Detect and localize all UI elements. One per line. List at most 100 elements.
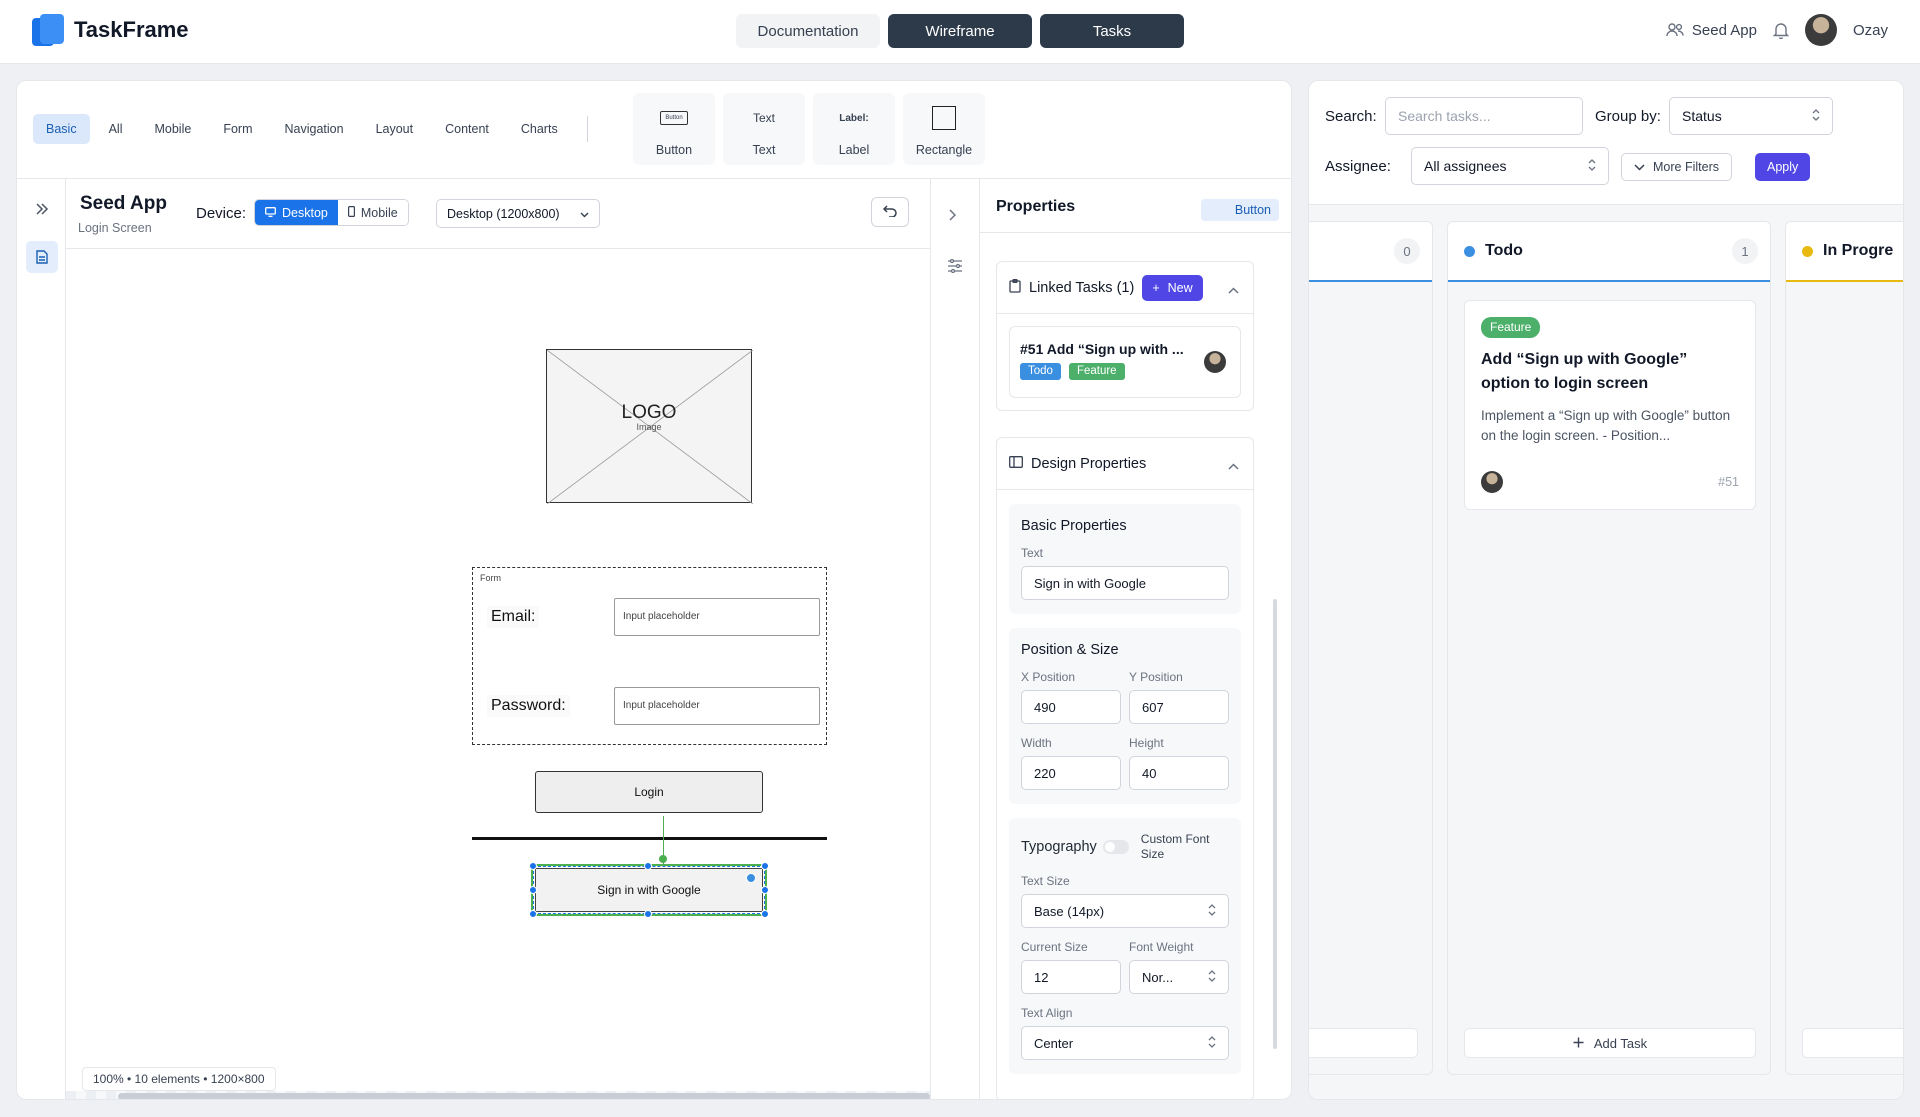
resize-handle[interactable]	[529, 910, 537, 918]
column-header[interactable]: In Progre	[1786, 222, 1903, 282]
wf-login-button[interactable]: Login	[535, 771, 763, 813]
font-weight-select[interactable]: Nor...	[1129, 960, 1229, 994]
y-position-input[interactable]: 607	[1129, 690, 1229, 724]
assignee-select[interactable]: All assignees	[1411, 147, 1609, 185]
scrollbar-thumb[interactable]	[118, 1093, 930, 1099]
column-header[interactable]: 0	[1309, 222, 1432, 282]
page-icon[interactable]	[26, 241, 58, 273]
element-rectangle[interactable]: Rectangle	[903, 93, 985, 165]
add-task-button[interactable]: Add Task	[1464, 1028, 1756, 1058]
category-layout[interactable]: Layout	[363, 114, 427, 144]
properties-header: Properties Button	[980, 179, 1291, 233]
properties-scrollbar[interactable]	[1273, 599, 1277, 1049]
design-properties-header[interactable]: Design Properties	[997, 438, 1253, 490]
linked-tasks-header[interactable]: Linked Tasks (1) + New	[997, 262, 1253, 314]
expand-icon[interactable]	[26, 193, 58, 225]
assignee-avatar	[1204, 351, 1226, 373]
wf-logo-text: LOGO	[621, 402, 677, 423]
category-mobile[interactable]: Mobile	[141, 114, 204, 144]
label-preview-icon: Label:	[839, 112, 869, 124]
wf-email-input[interactable]: Input placeholder	[614, 598, 820, 636]
tab-wireframe[interactable]: Wireframe	[888, 14, 1032, 48]
wireframe-canvas[interactable]: LOGO Image Form Email: Input placeholder…	[66, 249, 930, 1099]
resize-handle[interactable]	[529, 862, 537, 870]
linked-task-card[interactable]: #51 Add “Sign up with ... Todo Feature	[1009, 326, 1241, 398]
category-basic[interactable]: Basic	[33, 114, 90, 144]
text-size-select[interactable]: Base (14px)	[1021, 894, 1229, 928]
group-by-select[interactable]: Status	[1669, 97, 1833, 135]
text-input[interactable]: Sign in with Google	[1021, 566, 1229, 600]
width-label: Width	[1021, 736, 1052, 750]
resize-handle[interactable]	[529, 886, 537, 894]
tab-documentation[interactable]: Documentation	[736, 14, 880, 48]
undo-button[interactable]	[871, 197, 909, 227]
device-mobile-option[interactable]: Mobile	[337, 200, 408, 225]
wf-google-button-selected[interactable]: Sign in with Google	[529, 862, 769, 918]
resize-handle[interactable]	[761, 886, 769, 894]
element-label[interactable]: Label: Label	[813, 93, 895, 165]
resize-handle[interactable]	[644, 910, 652, 918]
apply-button[interactable]: Apply	[1755, 153, 1811, 181]
height-input[interactable]: 40	[1129, 756, 1229, 790]
category-content[interactable]: Content	[432, 114, 502, 144]
sliders-icon[interactable]	[947, 258, 963, 276]
bell-icon[interactable]	[1772, 21, 1789, 39]
chevron-right-icon[interactable]	[948, 209, 957, 224]
link-indicator[interactable]	[746, 873, 756, 883]
app-logo[interactable]: TaskFrame	[32, 14, 189, 46]
category-all[interactable]: All	[96, 114, 136, 144]
project-switcher[interactable]: Seed App	[1666, 22, 1757, 39]
category-form[interactable]: Form	[210, 114, 265, 144]
task-id: #51	[1718, 475, 1739, 489]
design-properties-title: Design Properties	[1031, 455, 1147, 472]
element-type-badge: Button	[1201, 199, 1279, 221]
basic-properties-title: Basic Properties	[1021, 518, 1127, 534]
type-badge: Feature	[1068, 363, 1125, 380]
element-palette: Button Button Text Text Label: Label Rec…	[633, 93, 985, 165]
category-charts[interactable]: Charts	[508, 114, 571, 144]
width-input[interactable]: 220	[1021, 756, 1121, 790]
device-label: Device:	[196, 205, 247, 222]
wf-divider-line[interactable]	[472, 837, 827, 840]
current-size-label: Current Size	[1021, 940, 1088, 954]
custom-font-toggle[interactable]	[1102, 840, 1129, 854]
add-task-button[interactable]	[1309, 1028, 1418, 1058]
search-input[interactable]: Search tasks...	[1385, 97, 1583, 135]
current-size-input[interactable]: 12	[1021, 960, 1121, 994]
new-task-button[interactable]: + New	[1142, 274, 1203, 301]
rotation-handle[interactable]	[659, 855, 667, 863]
x-position-input[interactable]: 490	[1021, 690, 1121, 724]
element-label-text: Label	[838, 143, 870, 157]
wf-form[interactable]: Form Email: Input placeholder Password: …	[472, 567, 827, 745]
wf-logo-image[interactable]: LOGO Image	[546, 349, 753, 504]
task-card[interactable]: Feature Add “Sign up with Google” option…	[1464, 300, 1756, 510]
resize-handle[interactable]	[761, 910, 769, 918]
more-filters-button[interactable]: More Filters	[1621, 153, 1732, 181]
element-text[interactable]: Text Text	[723, 93, 805, 165]
select-arrows-icon	[1812, 108, 1820, 124]
phone-icon	[347, 205, 355, 220]
user-avatar[interactable]	[1804, 14, 1837, 46]
type-badge: Feature	[1481, 317, 1541, 338]
tab-tasks[interactable]: Tasks	[1040, 14, 1184, 48]
horizontal-scrollbar[interactable]	[66, 1091, 930, 1099]
text-align-select[interactable]: Center	[1021, 1026, 1229, 1060]
resolution-select[interactable]: Desktop (1200x800)	[436, 199, 600, 228]
user-name[interactable]: Ozay	[1853, 22, 1888, 39]
wf-password-label[interactable]: Password:	[487, 695, 570, 717]
wf-password-input[interactable]: Input placeholder	[614, 687, 820, 725]
wf-email-label[interactable]: Email:	[487, 606, 540, 628]
add-task-button[interactable]	[1802, 1028, 1903, 1058]
rectangle-icon	[932, 106, 956, 130]
chevron-up-icon[interactable]	[1228, 282, 1239, 298]
chevron-up-icon[interactable]	[1228, 458, 1239, 474]
column-header[interactable]: Todo 1	[1448, 222, 1770, 282]
category-navigation[interactable]: Navigation	[271, 114, 356, 144]
resize-handle[interactable]	[644, 862, 652, 870]
element-button[interactable]: Button Button	[633, 93, 715, 165]
column-todo: Todo 1 Feature Add “Sign up with Google”…	[1447, 221, 1771, 1075]
typography-title: Typography	[1021, 839, 1097, 855]
device-desktop-option[interactable]: Desktop	[255, 200, 338, 225]
plus-icon	[1573, 1036, 1584, 1051]
resize-handle[interactable]	[761, 862, 769, 870]
